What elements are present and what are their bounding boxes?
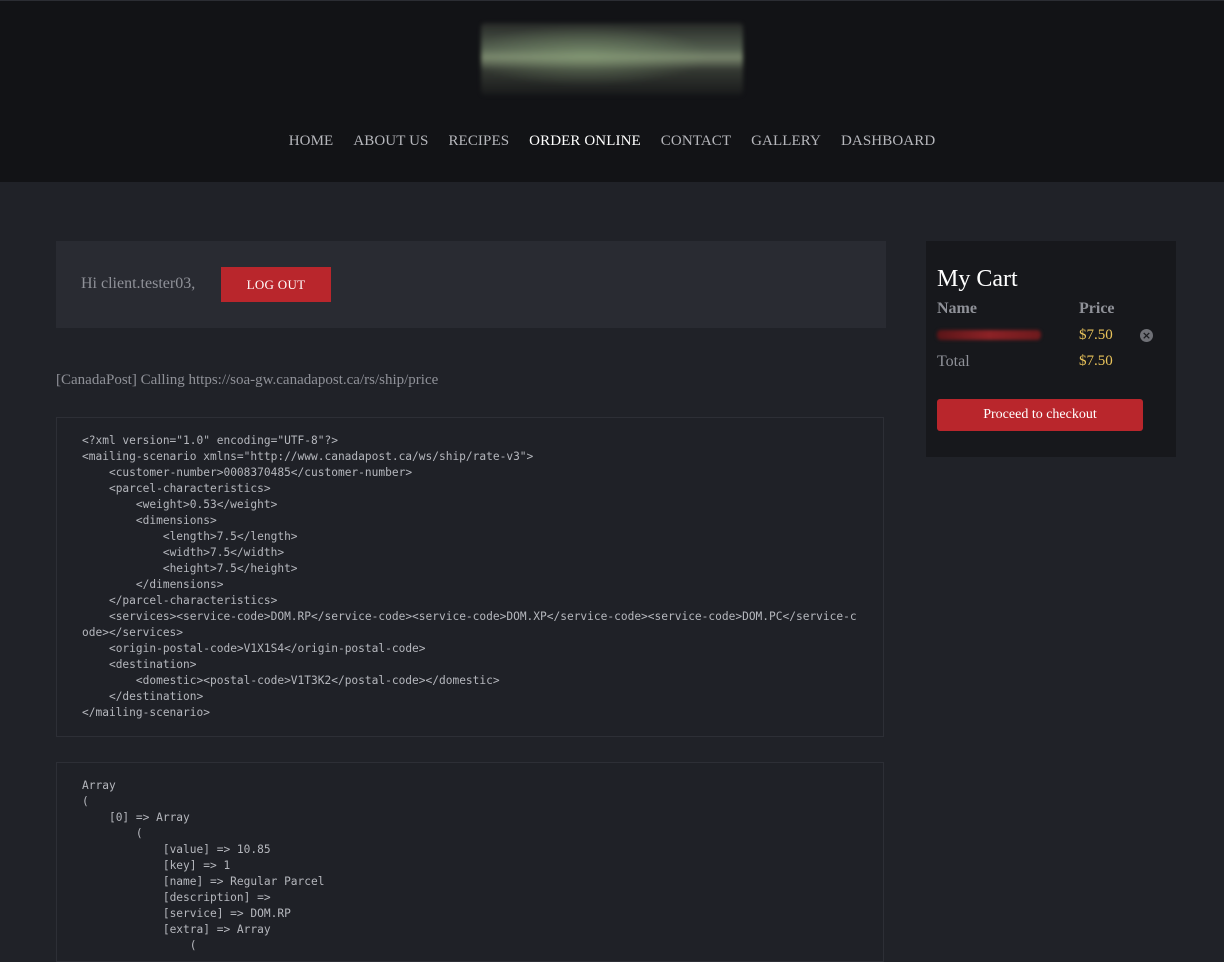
site-logo[interactable] bbox=[481, 23, 743, 95]
api-call-log: [CanadaPost] Calling https://soa-gw.cana… bbox=[56, 372, 439, 388]
logout-button[interactable]: LOG OUT bbox=[221, 267, 331, 302]
site-header: HOME ABOUT US RECIPES ORDER ONLINE CONTA… bbox=[0, 0, 1224, 182]
cart-col-name: Name bbox=[937, 300, 977, 317]
close-circle-icon[interactable]: × bbox=[1140, 329, 1153, 342]
response-array-block: Array ( [0] => Array ( [value] => 10.85 … bbox=[56, 762, 884, 962]
nav-recipes[interactable]: RECIPES bbox=[448, 131, 509, 153]
cart-col-price: Price bbox=[1079, 300, 1115, 317]
main-nav: HOME ABOUT US RECIPES ORDER ONLINE CONTA… bbox=[0, 131, 1224, 153]
nav-about-us[interactable]: ABOUT US bbox=[353, 131, 428, 153]
nav-gallery[interactable]: GALLERY bbox=[751, 131, 821, 153]
cart-title: My Cart bbox=[937, 266, 1018, 292]
xml-request-block: <?xml version="1.0" encoding="UTF-8"?> <… bbox=[56, 417, 884, 737]
cart-total-label: Total bbox=[937, 353, 970, 370]
greeting-text: Hi client.tester03, bbox=[81, 275, 196, 292]
nav-dashboard[interactable]: DASHBOARD bbox=[841, 131, 935, 153]
nav-home[interactable]: HOME bbox=[289, 131, 334, 153]
cart-widget: My Cart Name Price $7.50 × Total $7.50 P… bbox=[926, 241, 1176, 457]
checkout-button[interactable]: Proceed to checkout bbox=[937, 399, 1143, 431]
nav-contact[interactable]: CONTACT bbox=[661, 131, 731, 153]
cart-total-value: $7.50 bbox=[1079, 353, 1113, 369]
nav-order-online[interactable]: ORDER ONLINE bbox=[529, 131, 641, 153]
welcome-panel: Hi client.tester03, LOG OUT bbox=[56, 241, 886, 328]
cart-item-name[interactable] bbox=[937, 330, 1041, 340]
cart-item-price: $7.50 bbox=[1079, 327, 1113, 343]
